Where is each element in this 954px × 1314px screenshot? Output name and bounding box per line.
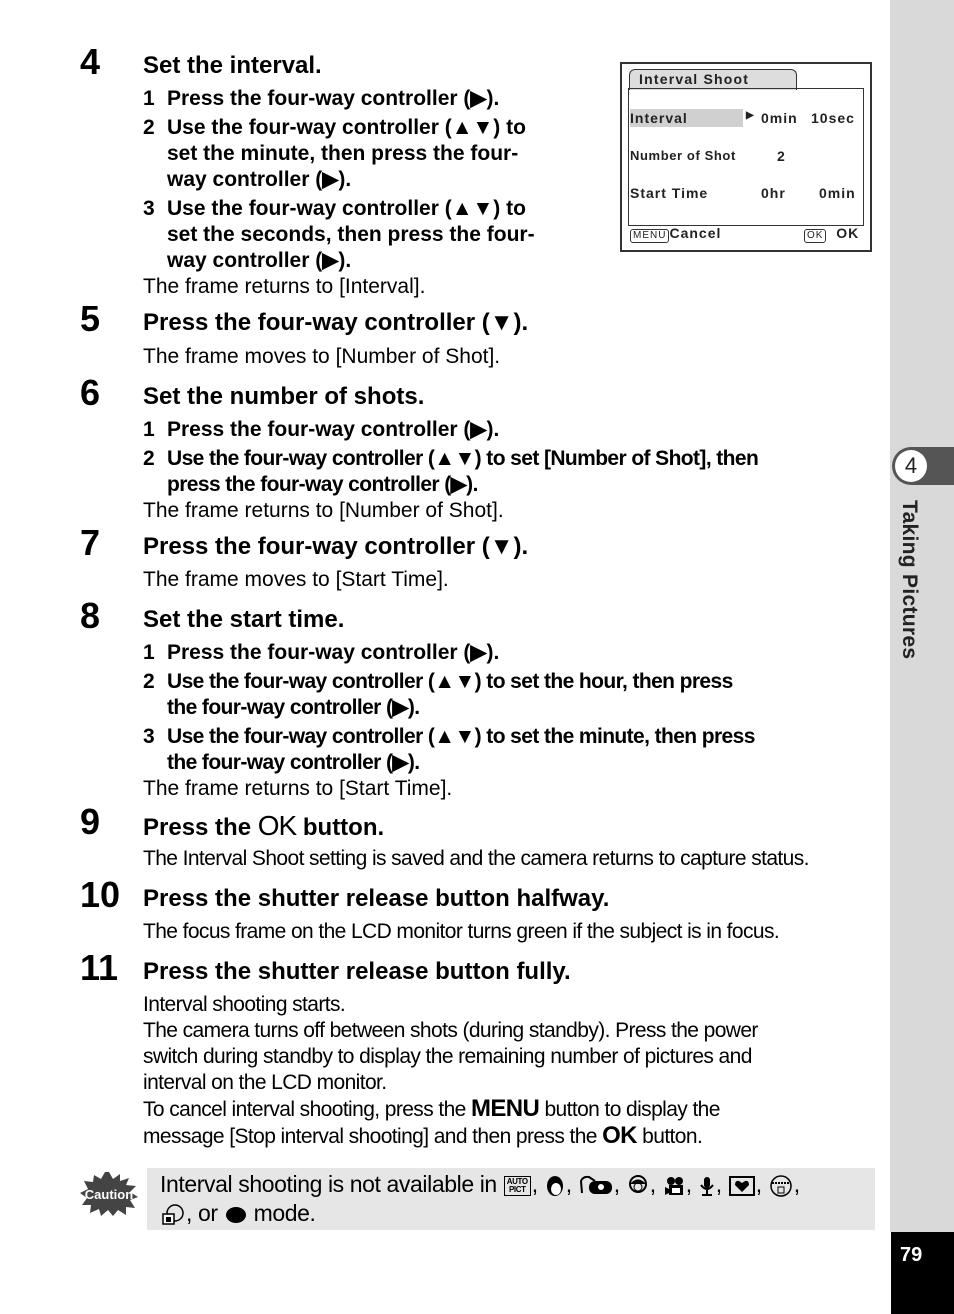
- substep: 1 Press the four-way controller (▶).: [143, 86, 499, 112]
- lcd-row-start-min: 0min: [819, 185, 856, 201]
- substep-number: 2: [143, 447, 155, 470]
- step-note: The focus frame on the LCD monitor turns…: [143, 920, 780, 943]
- step-note: The Interval Shoot setting is saved and …: [143, 847, 809, 870]
- substep-text: Use the four-way controller (▲▼) to set …: [167, 447, 759, 496]
- auto-picture-mode-icon: AUTO PICT: [503, 1175, 531, 1196]
- substep: 3 Use the four-way controller (▲▼) to set …: [143, 196, 535, 274]
- substep-text: Use the four-way controller (▲▼) to set t…: [167, 197, 535, 272]
- step-number: 6: [80, 372, 101, 413]
- ok-button-label: OK: [257, 810, 297, 841]
- substep-text: Use the four-way controller (▲▼) to set …: [167, 670, 733, 719]
- lcd-right-arrow-icon: ▶: [746, 110, 755, 121]
- lcd-menu-tab: Interval Shoot: [629, 69, 797, 90]
- step-title: Set the interval.: [143, 52, 322, 79]
- step-title: Press the four-way controller (▼).: [143, 309, 529, 336]
- lcd-cancel-label: Cancel: [669, 225, 722, 241]
- step-number: 10: [80, 874, 121, 915]
- substep: 3 Use the four-way controller (▲▼) to set…: [143, 724, 755, 776]
- substep-number: 3: [143, 197, 155, 220]
- ok-button-label: OK: [602, 1122, 637, 1149]
- substep-text: Press the four-way controller (▶).: [167, 418, 500, 441]
- substep-number: 1: [143, 641, 155, 664]
- substep-text: Use the four-way controller (▲▼) to set …: [167, 725, 755, 774]
- lcd-row-interval-value-sec: 10sec: [811, 110, 855, 126]
- lcd-tab-title: Interval Shoot: [639, 71, 750, 87]
- step-title: Press the four-way controller (▼).: [143, 533, 529, 560]
- lcd-ok-label: OK: [836, 225, 860, 241]
- lcd-row-shots-label: Number of Shot: [630, 148, 736, 163]
- caution-text: Interval shooting is not available in AU…: [160, 1171, 800, 1226]
- substep-text: Press the four-way controller (▶).: [167, 641, 500, 664]
- movie-mode-icon: [664, 1176, 683, 1195]
- chapter-title: Taking Pictures: [898, 500, 921, 660]
- page-number: 79: [900, 1244, 923, 1266]
- substep: 2 Use the four-way controller (▲▼) to set…: [143, 669, 733, 721]
- substep: 1 Press the four-way controller (▶).: [143, 417, 499, 443]
- lcd-screen-illustration: Interval Shoot Interval ▶ 0min 10sec Num…: [620, 62, 872, 252]
- substep-number: 2: [143, 116, 155, 139]
- panorama-assist-mode-icon: [579, 1175, 612, 1194]
- caution-label: Caution: [85, 1187, 133, 1202]
- step-title: Set the start time.: [143, 606, 345, 633]
- step-title: Press the shutter release button fully.: [143, 958, 571, 985]
- kids-mode-icon: [628, 1174, 647, 1193]
- substep: 1 Press the four-way controller (▶).: [143, 640, 499, 666]
- menu-button-label: MENU: [470, 1095, 540, 1122]
- substep-number: 1: [143, 418, 155, 441]
- step-note: The frame moves to [Number of Shot].: [143, 345, 501, 368]
- lcd-row-start-label: Start Time: [630, 185, 709, 201]
- substep-text: Press the four-way controller (▶).: [167, 87, 500, 110]
- step-note: The frame returns to [Start Time].: [143, 777, 453, 800]
- step-paragraph: Interval shooting starts. The camera tur…: [143, 993, 758, 1094]
- substep: 2 Use the four-way controller (▲▼) to set…: [143, 446, 759, 498]
- step-number: 4: [80, 41, 101, 82]
- pet-mode-icon: [769, 1175, 792, 1197]
- lcd-row-interval-label: Interval: [630, 110, 688, 126]
- step-number: 8: [80, 595, 101, 636]
- self-portrait-mode-icon: [162, 1204, 184, 1225]
- lcd-row-shots-value: 2: [777, 148, 786, 164]
- green-mode-icon: [225, 1206, 246, 1223]
- step-number: 5: [80, 298, 101, 339]
- ok-key-icon: OK: [804, 229, 827, 243]
- frame-composite-mode-icon: [728, 1175, 755, 1196]
- step-number: 11: [80, 947, 119, 988]
- step-title: Set the number of shots.: [143, 383, 425, 410]
- lcd-row-interval-value-min: 0min: [761, 110, 798, 126]
- step-note: The frame returns to [Interval].: [143, 275, 426, 298]
- lcd-footer-ok: OK OK: [804, 225, 859, 243]
- step-title: Press the OK button.: [143, 810, 385, 842]
- substep-number: 1: [143, 87, 155, 110]
- substep-number: 2: [143, 670, 155, 693]
- portrait-mode-icon: [546, 1175, 563, 1196]
- step-number: 7: [80, 522, 101, 563]
- voice-recording-mode-icon: [699, 1176, 714, 1196]
- substep-text: Use the four-way controller (▲▼) to set t…: [167, 116, 526, 191]
- step-number: 9: [80, 801, 101, 842]
- substep-number: 3: [143, 725, 155, 748]
- chapter-number: 4: [895, 450, 927, 482]
- step-note: The frame moves to [Start Time].: [143, 568, 449, 591]
- step-note: The frame returns to [Number of Shot].: [143, 499, 504, 522]
- caution-icon: Caution: [80, 1172, 138, 1216]
- cancel-instructions: To cancel interval shooting, press the M…: [143, 1095, 720, 1149]
- step-title: Press the shutter release button halfway…: [143, 885, 610, 912]
- substep: 2 Use the four-way controller (▲▼) to set …: [143, 115, 526, 193]
- menu-key-icon: MENU: [630, 229, 670, 243]
- lcd-footer-cancel: MENU Cancel: [630, 225, 721, 243]
- lcd-row-start-hr: 0hr: [761, 185, 786, 201]
